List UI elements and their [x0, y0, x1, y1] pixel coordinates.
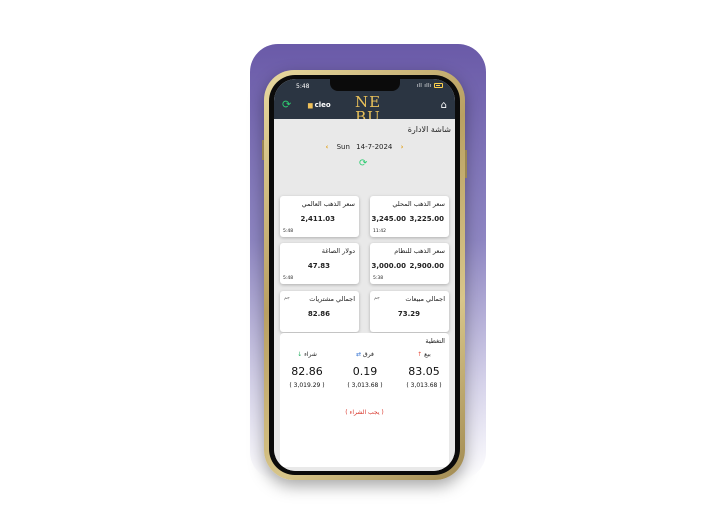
sell-amount: ( 3,013.68 ) — [406, 382, 442, 389]
sell-value: 83.05 — [408, 365, 440, 378]
coverage-label: شراء ↓ — [282, 351, 332, 358]
status-time: 5:48 — [296, 83, 310, 90]
coverage-title: التغطية — [425, 337, 445, 345]
diff-icon: ⇄ — [356, 351, 362, 358]
dashboard-content: شاشة الادارة ‹ Sun 14-7-2024 › ⟳ سعر الذ… — [274, 119, 455, 471]
card-title: اجمالي مبيعات — [405, 295, 445, 303]
card-time: 11:42 — [373, 229, 386, 234]
wifi-icon: ıllı — [424, 83, 432, 89]
card-system-gold[interactable]: سعر الذهب للنظام 2,900.00 3,000.00 5:38 — [370, 243, 449, 284]
notch — [330, 79, 400, 91]
prev-date-icon[interactable]: ‹ — [325, 143, 328, 151]
next-date-icon[interactable]: › — [401, 143, 404, 151]
battery-icon — [434, 83, 443, 88]
page-title: شاشة الادارة — [407, 125, 451, 134]
coverage-sell: بيع ↑ 83.05 ( 3,013.68 ) — [399, 351, 449, 389]
card-local-gold[interactable]: سعر الذهب المحلي 3,225.00 3,245.00 11:42 — [370, 196, 449, 237]
buy-value: 82.86 — [291, 365, 323, 378]
diff-amount: ( 3,013.68 ) — [347, 382, 383, 389]
card-value: 47.83 — [307, 262, 330, 270]
card-value: 82.86 — [307, 310, 330, 318]
card-dollar[interactable]: دولار الصاغة 47.83 5:48 — [280, 243, 359, 284]
card-total-purchases[interactable]: اجمالي مشتريات جم 82.86 — [280, 291, 359, 332]
card-unit-badge: جم — [284, 296, 290, 301]
diff-value: 0.19 — [352, 365, 378, 378]
coverage-label: فرق ⇄ — [340, 351, 390, 358]
card-value-a: 3,225.00 — [409, 215, 444, 223]
date-value: 14-7-2024 — [356, 143, 393, 151]
card-title: اجمالي مشتريات — [309, 295, 355, 303]
app-bar: ⟳ ▆cleo NE BU JEWELLERY SYSTEMS ⌂ — [274, 93, 455, 129]
user-name: cleo — [314, 101, 331, 109]
date-selector: ‹ Sun 14-7-2024 › — [274, 143, 455, 151]
card-value-b: 3,245.00 — [371, 215, 406, 223]
volume-button — [262, 140, 264, 160]
card-time: 5:48 — [283, 276, 294, 281]
phone-frame: 5:48 ıll ıllı ⟳ ▆cleo NE BU JEWELLERY SY… — [262, 70, 467, 480]
store-icon: ▆ — [308, 102, 313, 109]
signal-icon: ıll — [416, 83, 423, 89]
buy-amount: ( 3,019.29 ) — [289, 382, 325, 389]
home-icon[interactable]: ⌂ — [441, 100, 447, 111]
card-unit-badge: جم — [374, 296, 380, 301]
coverage-diff: فرق ⇄ 0.19 ( 3,013.68 ) — [340, 351, 390, 389]
card-title: سعر الذهب المحلي — [392, 200, 445, 208]
card-title: سعر الذهب العالمي — [301, 200, 355, 208]
status-bar: 5:48 ıll ıllı — [274, 79, 455, 93]
stage: 5:48 ıll ıllı ⟳ ▆cleo NE BU JEWELLERY SY… — [0, 0, 719, 520]
card-value-a: 2,900.00 — [409, 262, 444, 270]
coverage-label: بيع ↑ — [399, 351, 449, 358]
date-day: Sun — [336, 143, 350, 151]
card-title: دولار الصاغة — [321, 247, 355, 255]
diff-label: فرق — [363, 351, 374, 358]
user-button[interactable]: ▆ cleo — [308, 101, 331, 109]
card-global-gold[interactable]: سعر الذهب العالمي 2,411.03 5:48 — [280, 196, 359, 237]
card-total-sales[interactable]: اجمالي مبيعات جم 73.29 — [370, 291, 449, 332]
status-icons: ıll ıllı — [417, 83, 443, 89]
card-value: 2,411.03 — [300, 215, 335, 223]
card-time: 5:48 — [283, 229, 294, 234]
arrow-down-icon: ↓ — [297, 351, 303, 358]
refresh-icon[interactable]: ⟳ — [282, 99, 291, 111]
refresh-data-icon[interactable]: ⟳ — [359, 159, 367, 169]
buy-label: شراء — [304, 351, 317, 358]
phone-screen: 5:48 ıll ıllı ⟳ ▆cleo NE BU JEWELLERY SY… — [274, 79, 455, 471]
card-value: 73.29 — [397, 310, 420, 318]
card-title: سعر الذهب للنظام — [394, 247, 445, 255]
coverage-advice: ( يجب الشراء ) — [345, 409, 384, 416]
card-value-b: 3,000.00 — [371, 262, 406, 270]
arrow-up-icon: ↑ — [417, 351, 423, 358]
card-time: 5:38 — [373, 276, 384, 281]
sell-label: بيع — [424, 351, 431, 358]
coverage-buy: شراء ↓ 82.86 ( 3,019.29 ) — [282, 351, 332, 389]
coverage-panel: التغطية بيع ↑ 83.05 ( 3,013.68 ) فرق ⇄ 0… — [280, 333, 449, 467]
power-button — [465, 150, 467, 178]
